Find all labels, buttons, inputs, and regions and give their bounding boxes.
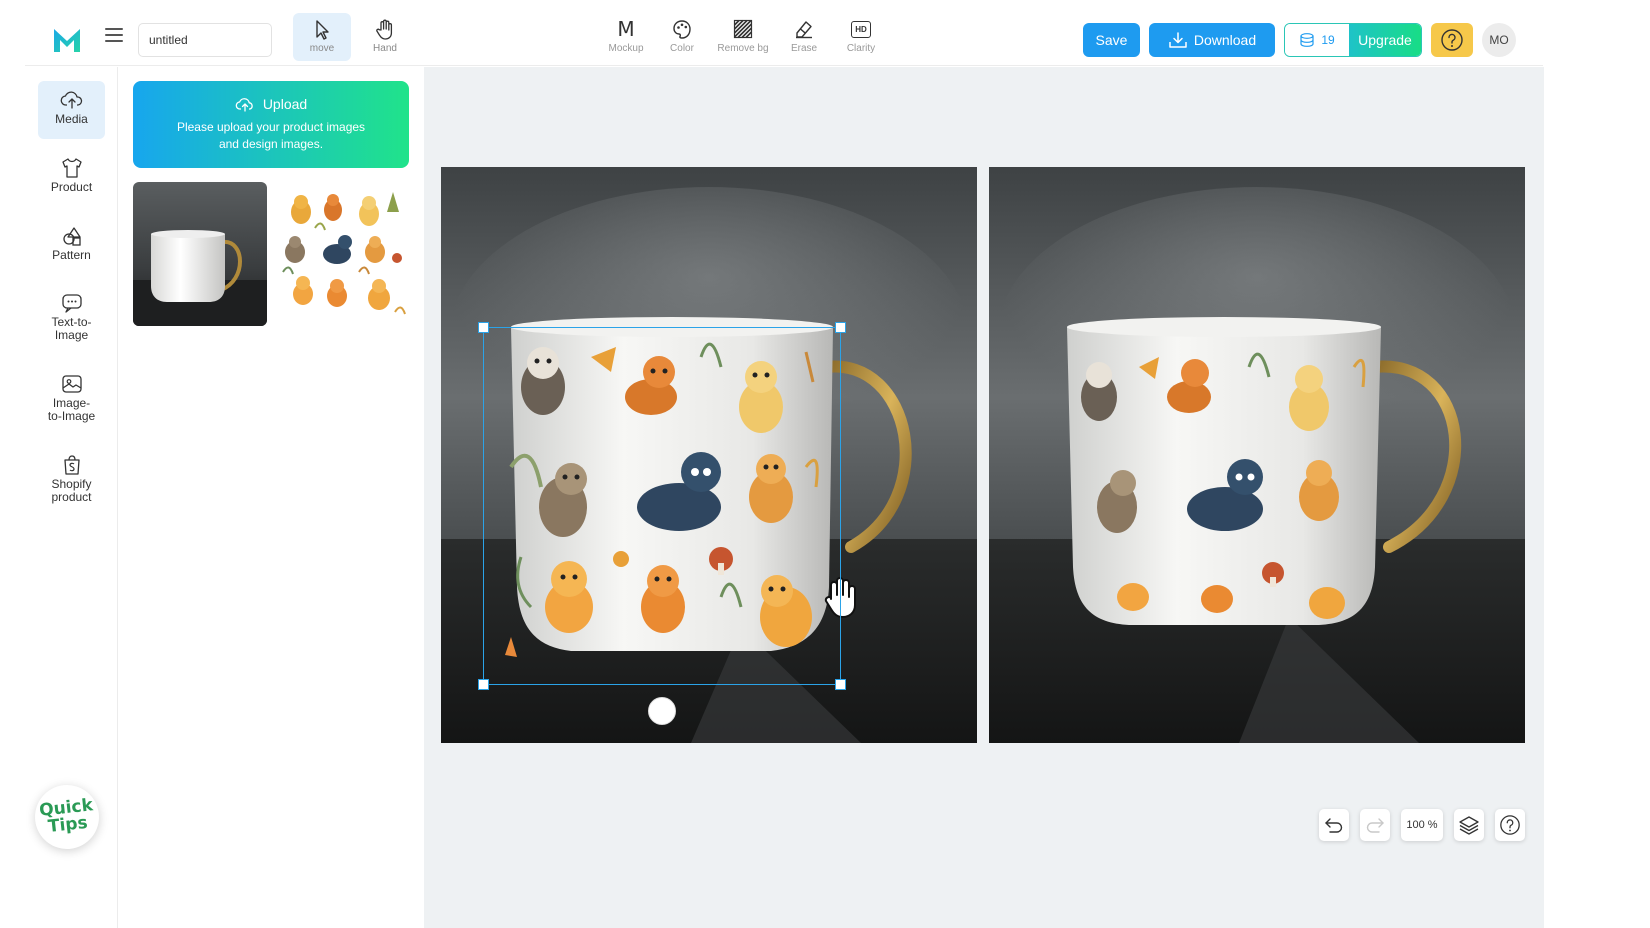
rail-label-media: Media (55, 112, 88, 126)
hd-icon: HD (851, 20, 871, 38)
quick-tips-button[interactable]: Quick Tips (31, 781, 103, 853)
cursor-arrow-icon (316, 20, 329, 40)
download-icon (1169, 32, 1187, 48)
animal-pattern-thumbnail (282, 192, 406, 315)
media-panel: Upload Please upload your product images… (119, 67, 423, 928)
undo-button[interactable] (1319, 809, 1349, 841)
resize-handle-top-left[interactable] (478, 322, 489, 333)
mug-preview-image (989, 167, 1525, 743)
credits-value: 19 (1321, 33, 1335, 47)
cloud-upload-icon (235, 98, 253, 112)
erase-tool-button[interactable]: Erase (772, 16, 836, 60)
redo-button[interactable] (1360, 809, 1390, 841)
quick-tips-line2: Tips (47, 812, 89, 837)
mockup-canvas-edit[interactable] (441, 167, 977, 743)
selection-box[interactable] (478, 322, 846, 690)
resize-handle-bottom-right[interactable] (835, 679, 846, 690)
top-toolbar: move Hand M Mockup Color Remove bg Erase… (25, 0, 1543, 66)
shapes-icon (62, 227, 81, 246)
upload-dropzone[interactable]: Upload Please upload your product images… (133, 81, 409, 168)
layers-button[interactable] (1454, 809, 1484, 841)
remove-bg-tool-label: Remove bg (717, 43, 769, 54)
download-button[interactable]: Download (1149, 23, 1275, 57)
cloud-upload-icon (60, 91, 82, 109)
credits-widget: 19 Upgrade (1284, 23, 1422, 57)
rail-label-product: Product (50, 180, 93, 194)
color-tool-label: Color (670, 43, 694, 54)
rotate-handle[interactable] (648, 697, 676, 725)
clarity-tool-button[interactable]: HD Clarity (829, 16, 893, 60)
upgrade-button[interactable]: Upgrade (1349, 24, 1421, 56)
rail-item-pattern[interactable]: Pattern (38, 217, 105, 275)
rail-label-pattern: Pattern (52, 248, 91, 262)
rail-item-text-to-image[interactable]: Text-to-Image (38, 284, 105, 348)
palette-icon (673, 20, 691, 39)
hand-tool-label: Hand (373, 43, 397, 54)
color-tool-button[interactable]: Color (650, 16, 714, 60)
rail-label-image-to-image: Image-to-Image (47, 396, 96, 423)
zoom-level-value: 100 % (1406, 819, 1438, 831)
chat-image-icon (61, 294, 82, 313)
database-icon (1300, 33, 1314, 47)
move-tool-button[interactable]: move (293, 13, 351, 61)
menu-icon[interactable] (105, 28, 123, 46)
undo-icon (1325, 818, 1343, 833)
rail-item-image-to-image[interactable]: Image-to-Image (38, 365, 105, 429)
mockup-tool-label: Mockup (608, 43, 644, 54)
question-circle-icon (1500, 815, 1520, 835)
avatar-initials: MO (1489, 33, 1509, 47)
image-icon (61, 375, 82, 393)
erase-tool-label: Erase (790, 43, 818, 54)
rail-label-shopify-product: Shopify product (51, 477, 92, 504)
canvas-area[interactable]: 100 % (424, 67, 1544, 928)
canvas-help-button[interactable] (1495, 809, 1525, 841)
user-avatar[interactable]: MO (1482, 23, 1516, 57)
media-thumbnail-mug[interactable] (133, 182, 267, 326)
save-label: Save (1095, 32, 1128, 48)
mockup-preview (989, 167, 1525, 743)
hand-tool-button[interactable]: Hand (356, 13, 414, 61)
redo-icon (1366, 818, 1384, 833)
question-circle-icon (1441, 29, 1463, 51)
app-logo-icon[interactable] (51, 24, 83, 56)
remove-bg-tool-button[interactable]: Remove bg (711, 16, 775, 60)
hand-icon (376, 19, 393, 40)
mug-photo-thumbnail (133, 182, 267, 326)
rail-label-text-to-image: Text-to-Image (51, 315, 92, 342)
upload-subtitle: Please upload your product images and de… (176, 120, 366, 151)
eraser-icon (796, 21, 812, 39)
upload-title: Upload (262, 96, 308, 112)
download-label: Download (1193, 32, 1257, 48)
rail-item-media[interactable]: Media (38, 81, 105, 139)
tshirt-icon (61, 158, 82, 178)
help-button[interactable] (1431, 23, 1473, 57)
rail-item-product[interactable]: Product (38, 149, 105, 207)
clarity-tool-label: Clarity (846, 43, 876, 54)
save-button[interactable]: Save (1083, 23, 1140, 57)
zoom-level[interactable]: 100 % (1401, 809, 1443, 841)
media-thumbnail-pattern[interactable] (275, 182, 409, 326)
move-tool-label: move (309, 43, 335, 54)
layers-icon (1459, 816, 1479, 835)
credits-count[interactable]: 19 (1285, 24, 1349, 56)
hatch-square-icon (733, 19, 753, 39)
mockup-tool-button[interactable]: M Mockup (594, 16, 658, 60)
left-rail: Media Product Pattern Text-to-Image Imag… (25, 67, 118, 928)
rail-item-shopify-product[interactable]: Shopify product (38, 446, 105, 510)
upgrade-label: Upgrade (1358, 32, 1412, 48)
resize-handle-bottom-left[interactable] (478, 679, 489, 690)
document-title-input[interactable] (138, 23, 272, 57)
resize-handle-top-right[interactable] (835, 322, 846, 333)
mockup-m-icon: M (617, 17, 635, 41)
shopify-bag-icon (63, 455, 80, 475)
